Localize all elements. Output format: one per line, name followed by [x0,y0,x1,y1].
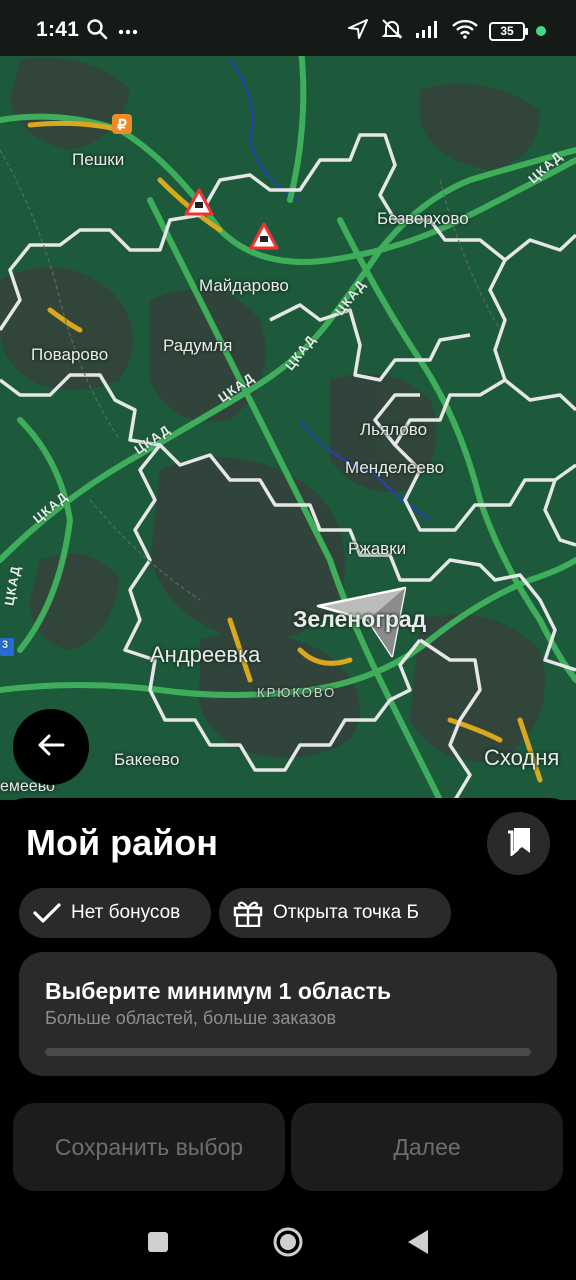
check-icon [33,902,61,924]
place-label: КРЮКОВО [257,685,337,700]
search-icon [86,18,108,45]
place-label: Пешки [72,150,125,169]
wifi-icon [452,19,478,44]
back-button[interactable] [13,709,89,785]
back-arrow-icon [37,733,65,762]
status-bar: 1:41 35 [0,0,576,56]
sheet-title: Мой район [26,822,218,863]
place-label: Радумля [163,336,233,355]
more-icon [118,22,138,40]
place-label: Безверхово [377,209,469,228]
location-arrow-icon [347,18,369,45]
system-nav-bar [0,1205,576,1280]
next-button[interactable]: Далее [291,1103,563,1191]
place-label: Андреевка [150,642,261,667]
chip-no-bonus[interactable]: Нет бонусов [19,888,211,938]
home-circle-icon[interactable] [272,1226,304,1263]
ruble-icon: ₽ [112,114,132,134]
chip-point-b[interactable]: Открыта точка Б [219,888,451,938]
save-selection-button[interactable]: Сохранить выбор [13,1103,285,1191]
mute-icon [380,17,404,46]
chip-label: Нет бонусов [71,902,181,923]
selection-progress-bar [45,1048,531,1056]
gift-icon [233,899,263,927]
map-view[interactable]: ₽ Пешки Майдарово Безверхово Поварово Ра… [0,0,576,800]
map-canvas: ₽ [0,37,576,800]
back-triangle-icon[interactable] [406,1229,430,1260]
card-subtitle: Больше областей, больше заказов [45,1008,337,1028]
battery-icon: 35 [489,21,528,41]
place-label: Зеленоград [293,606,427,632]
status-dot [536,26,546,36]
signal-icon [415,19,441,44]
card-title: Выберите минимум 1 область [45,978,392,1004]
selection-card: Выберите минимум 1 область Больше област… [19,952,557,1076]
bookmarks-button[interactable] [487,812,550,875]
place-label: Льялово [360,420,428,439]
bookmark-icon [505,826,533,861]
road-number: 3 [2,639,10,651]
place-label: Майдарово [199,276,289,295]
place-label: Поварово [31,345,109,364]
recents-square-icon[interactable] [147,1231,169,1258]
chip-label: Открыта точка Б [273,902,419,923]
place-label: Ржавки [348,539,407,558]
svg-text:₽: ₽ [117,117,127,134]
status-time: 1:41 [36,18,80,41]
place-label: Менделеево [345,458,445,477]
place-label: Бакеево [114,750,180,769]
place-label: Сходня [484,745,560,770]
